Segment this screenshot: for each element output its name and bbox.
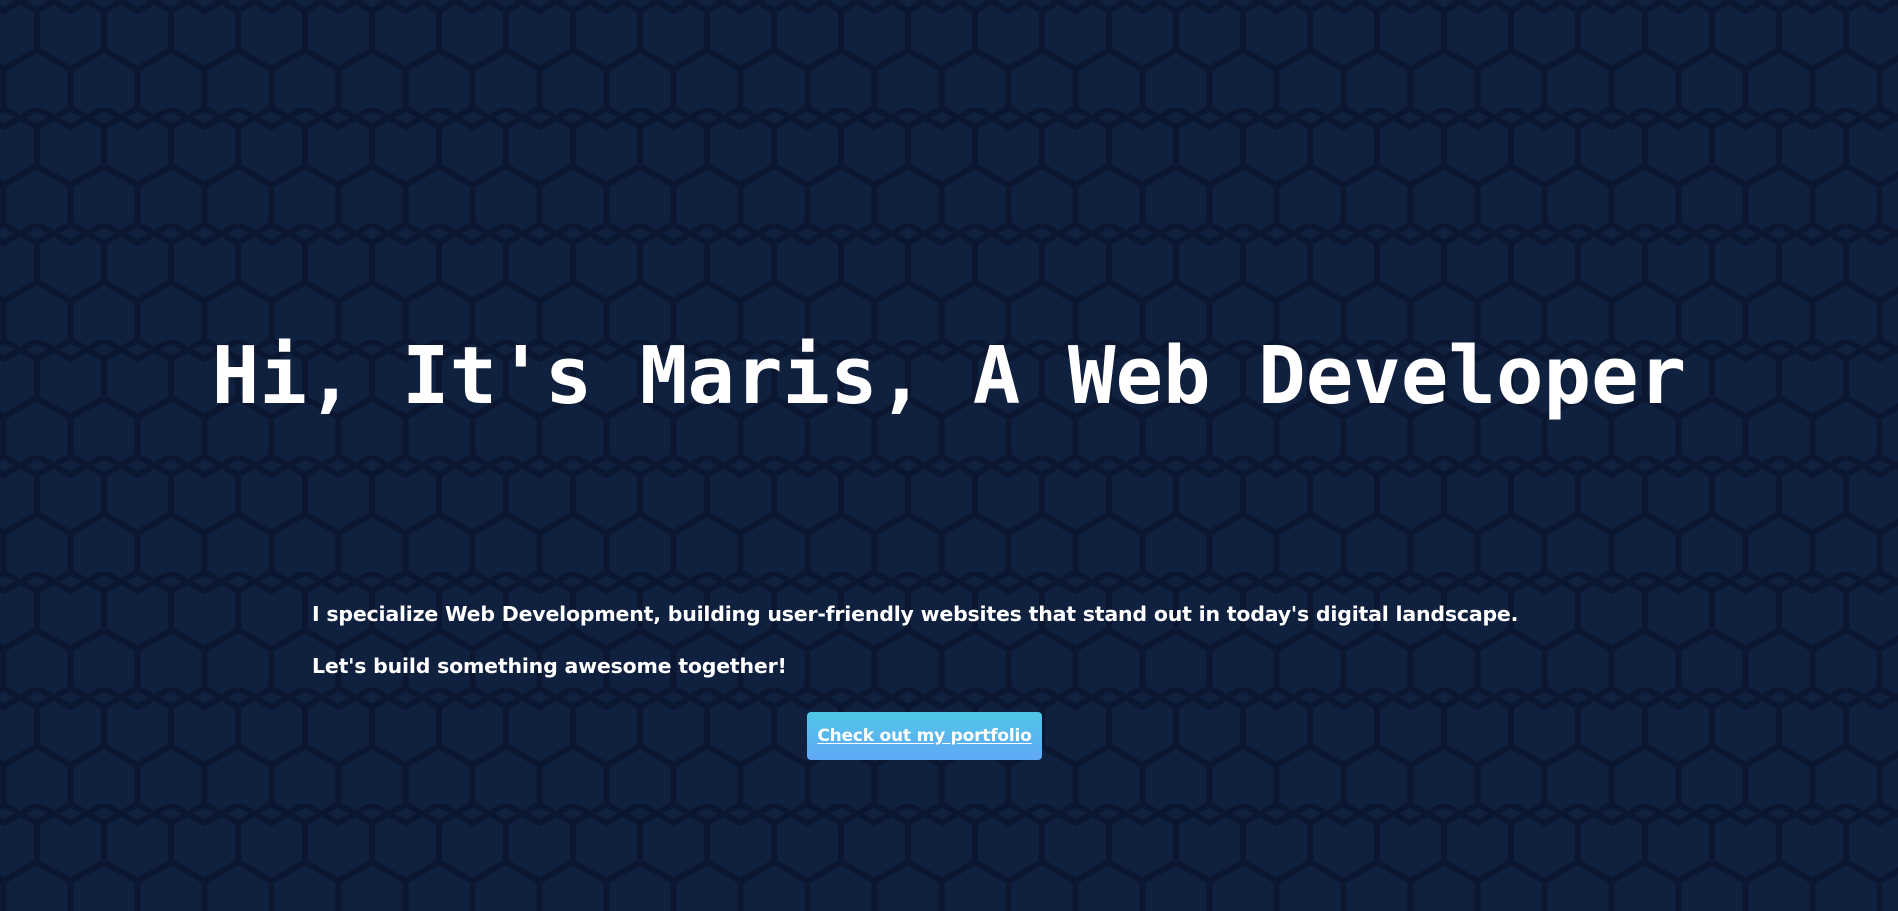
hero-description: I specialize Web Development, building u…: [312, 602, 1519, 626]
hero-call-to-action-text: Let's build something awesome together!: [312, 654, 787, 678]
portfolio-button[interactable]: Check out my portfolio: [807, 712, 1042, 760]
hero-title: Hi, It's Maris, A Web Developer: [211, 330, 1687, 422]
hero-section: Hi, It's Maris, A Web Developer I specia…: [0, 0, 1898, 911]
